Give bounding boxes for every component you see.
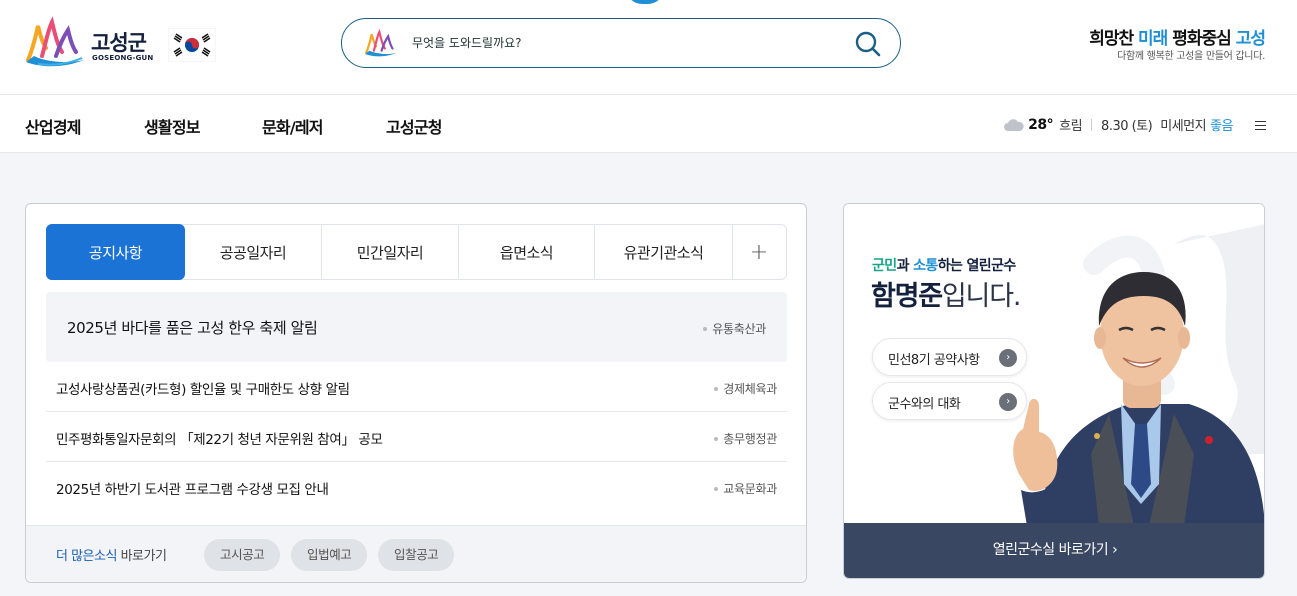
slogan-part: 희망찬	[1089, 29, 1139, 49]
cloud-icon	[1004, 118, 1024, 131]
nav-item-culture[interactable]: 문화/레저	[262, 114, 324, 138]
notice-department-label: 총무행정관	[723, 432, 777, 446]
talk-button-label: 군수와의 대화	[888, 397, 961, 412]
more-news-highlight: 더 많은소식	[56, 549, 117, 564]
korean-flag-icon	[168, 28, 216, 62]
bullet-icon	[703, 326, 708, 331]
notice-panel: 공지사항 공공일자리 민간일자리 읍면소식 유관기관소식 + 2025년 바다를…	[25, 203, 807, 583]
site-header: 고성군 GOSEONG-GUN 희망찬 미래 평화중심 고성 다함께 행복한 고…	[0, 0, 1297, 94]
more-plus-button[interactable]: +	[732, 225, 786, 279]
open-governor-office-link[interactable]: 열린군수실 바로가기 ›	[844, 523, 1264, 578]
weather-condition: 흐림	[1059, 119, 1083, 134]
nav-item-living[interactable]: 생활정보	[144, 114, 200, 138]
notice-department: 경제체육과	[714, 380, 777, 397]
search-logo-icon	[365, 28, 397, 57]
tab-notice[interactable]: 공지사항	[46, 224, 185, 280]
bullet-icon	[714, 436, 719, 441]
nav-item-industry[interactable]: 산업경제	[25, 114, 81, 138]
governor-name-text: 함명준	[871, 281, 943, 312]
notice-tabs: 공지사항 공공일자리 민간일자리 읍면소식 유관기관소식 +	[46, 224, 787, 280]
search-bar	[341, 18, 901, 68]
pledges-button-label: 민선8기 공약사항	[888, 353, 980, 368]
notice-title[interactable]: 2025년 바다를 품은 고성 한우 축제 알림	[67, 317, 318, 338]
tab-town-news[interactable]: 읍면소식	[459, 225, 595, 279]
notice-department: 유통축산과	[703, 320, 766, 337]
tagline-part: 하는	[937, 258, 967, 274]
more-news-link[interactable]: 더 많은소식 바로가기	[56, 545, 167, 564]
notice-department-label: 경제체육과	[723, 382, 777, 396]
hamburger-menu-icon[interactable]	[1255, 119, 1267, 131]
site-name-english: GOSEONG-GUN	[92, 54, 154, 62]
notice-department-label: 유통축산과	[712, 322, 766, 336]
list-item[interactable]: 고성사랑상품권(카드형) 할인율 및 구매한도 상향 알림 경제체육과	[46, 362, 787, 412]
tagline-part: 군민	[872, 258, 897, 274]
pill-public-notice[interactable]: 고시공고	[204, 539, 281, 571]
site-name[interactable]: 고성군	[91, 27, 147, 57]
pill-legislative-notice[interactable]: 입법예고	[291, 539, 368, 571]
governor-card: 군민과 소통하는 열린군수 함명준입니다. 민선8기 공약사항 › 군수와의 대…	[843, 203, 1265, 579]
tab-public-jobs[interactable]: 공공일자리	[185, 225, 322, 279]
notice-title[interactable]: 민주평화통일자문회의 「제22기 청년 자문위원 참여」 공모	[56, 428, 383, 448]
fine-dust-label: 미세먼지	[1160, 119, 1207, 134]
weather-date: 8.30 (토)	[1101, 119, 1153, 134]
notice-department: 총무행정관	[714, 430, 777, 447]
tab-private-jobs[interactable]: 민간일자리	[322, 225, 459, 279]
list-item[interactable]: 민주평화통일자문회의 「제22기 청년 자문위원 참여」 공모 총무행정관	[46, 412, 787, 462]
tagline-part: 과	[896, 258, 914, 274]
weather-temperature: 28°	[1028, 116, 1054, 133]
notice-department: 교육문화과	[714, 480, 777, 497]
slogan-part: 평화중심	[1167, 29, 1236, 49]
notice-department-label: 교육문화과	[723, 482, 777, 496]
weather-widget: 28° 흐림 8.30 (토) 미세먼지 좋음	[1003, 115, 1267, 134]
pill-bid-notice[interactable]: 입찰공고	[378, 539, 455, 571]
bullet-icon	[714, 386, 719, 391]
top-quick-button[interactable]	[626, 0, 664, 4]
tab-agency-news[interactable]: 유관기관소식	[595, 225, 733, 279]
tagline-part: 소통	[913, 258, 938, 274]
notice-title[interactable]: 고성사랑상품권(카드형) 할인율 및 구매한도 상향 알림	[56, 378, 350, 398]
slogan: 희망찬 미래 평화중심 고성	[1089, 24, 1266, 49]
slogan-highlight: 미래	[1138, 29, 1168, 49]
notice-title[interactable]: 2025년 하반기 도서관 프로그램 수강생 모집 안내	[56, 478, 329, 498]
governor-portrait	[1013, 272, 1264, 526]
list-item[interactable]: 2025년 하반기 도서관 프로그램 수강생 모집 안내 교육문화과	[46, 462, 787, 512]
list-item[interactable]: 2025년 바다를 품은 고성 한우 축제 알림 유통축산과	[46, 292, 787, 362]
divider	[1091, 118, 1093, 131]
governor-name: 함명준입니다.	[871, 274, 1021, 313]
nav-item-county-office[interactable]: 고성군청	[386, 114, 442, 138]
notice-footer: 더 많은소식 바로가기 고시공고 입법예고 입찰공고	[26, 525, 806, 582]
slogan-subtitle: 다함께 행복한 고성을 만들어 갑니다.	[1117, 51, 1265, 62]
search-icon[interactable]	[854, 30, 882, 58]
slogan-highlight: 고성	[1235, 29, 1266, 49]
search-input[interactable]	[412, 32, 832, 54]
goseong-logo-icon[interactable]	[24, 16, 86, 68]
fine-dust-value: 좋음	[1210, 119, 1233, 134]
main-navigation: 산업경제 생활정보 문화/레저 고성군청 28° 흐림 8.30 (토) 미세먼…	[0, 94, 1297, 153]
governor-tagline: 군민과 소통하는 열린군수	[872, 255, 1016, 275]
bullet-icon	[714, 486, 719, 491]
more-news-rest: 바로가기	[116, 549, 167, 564]
